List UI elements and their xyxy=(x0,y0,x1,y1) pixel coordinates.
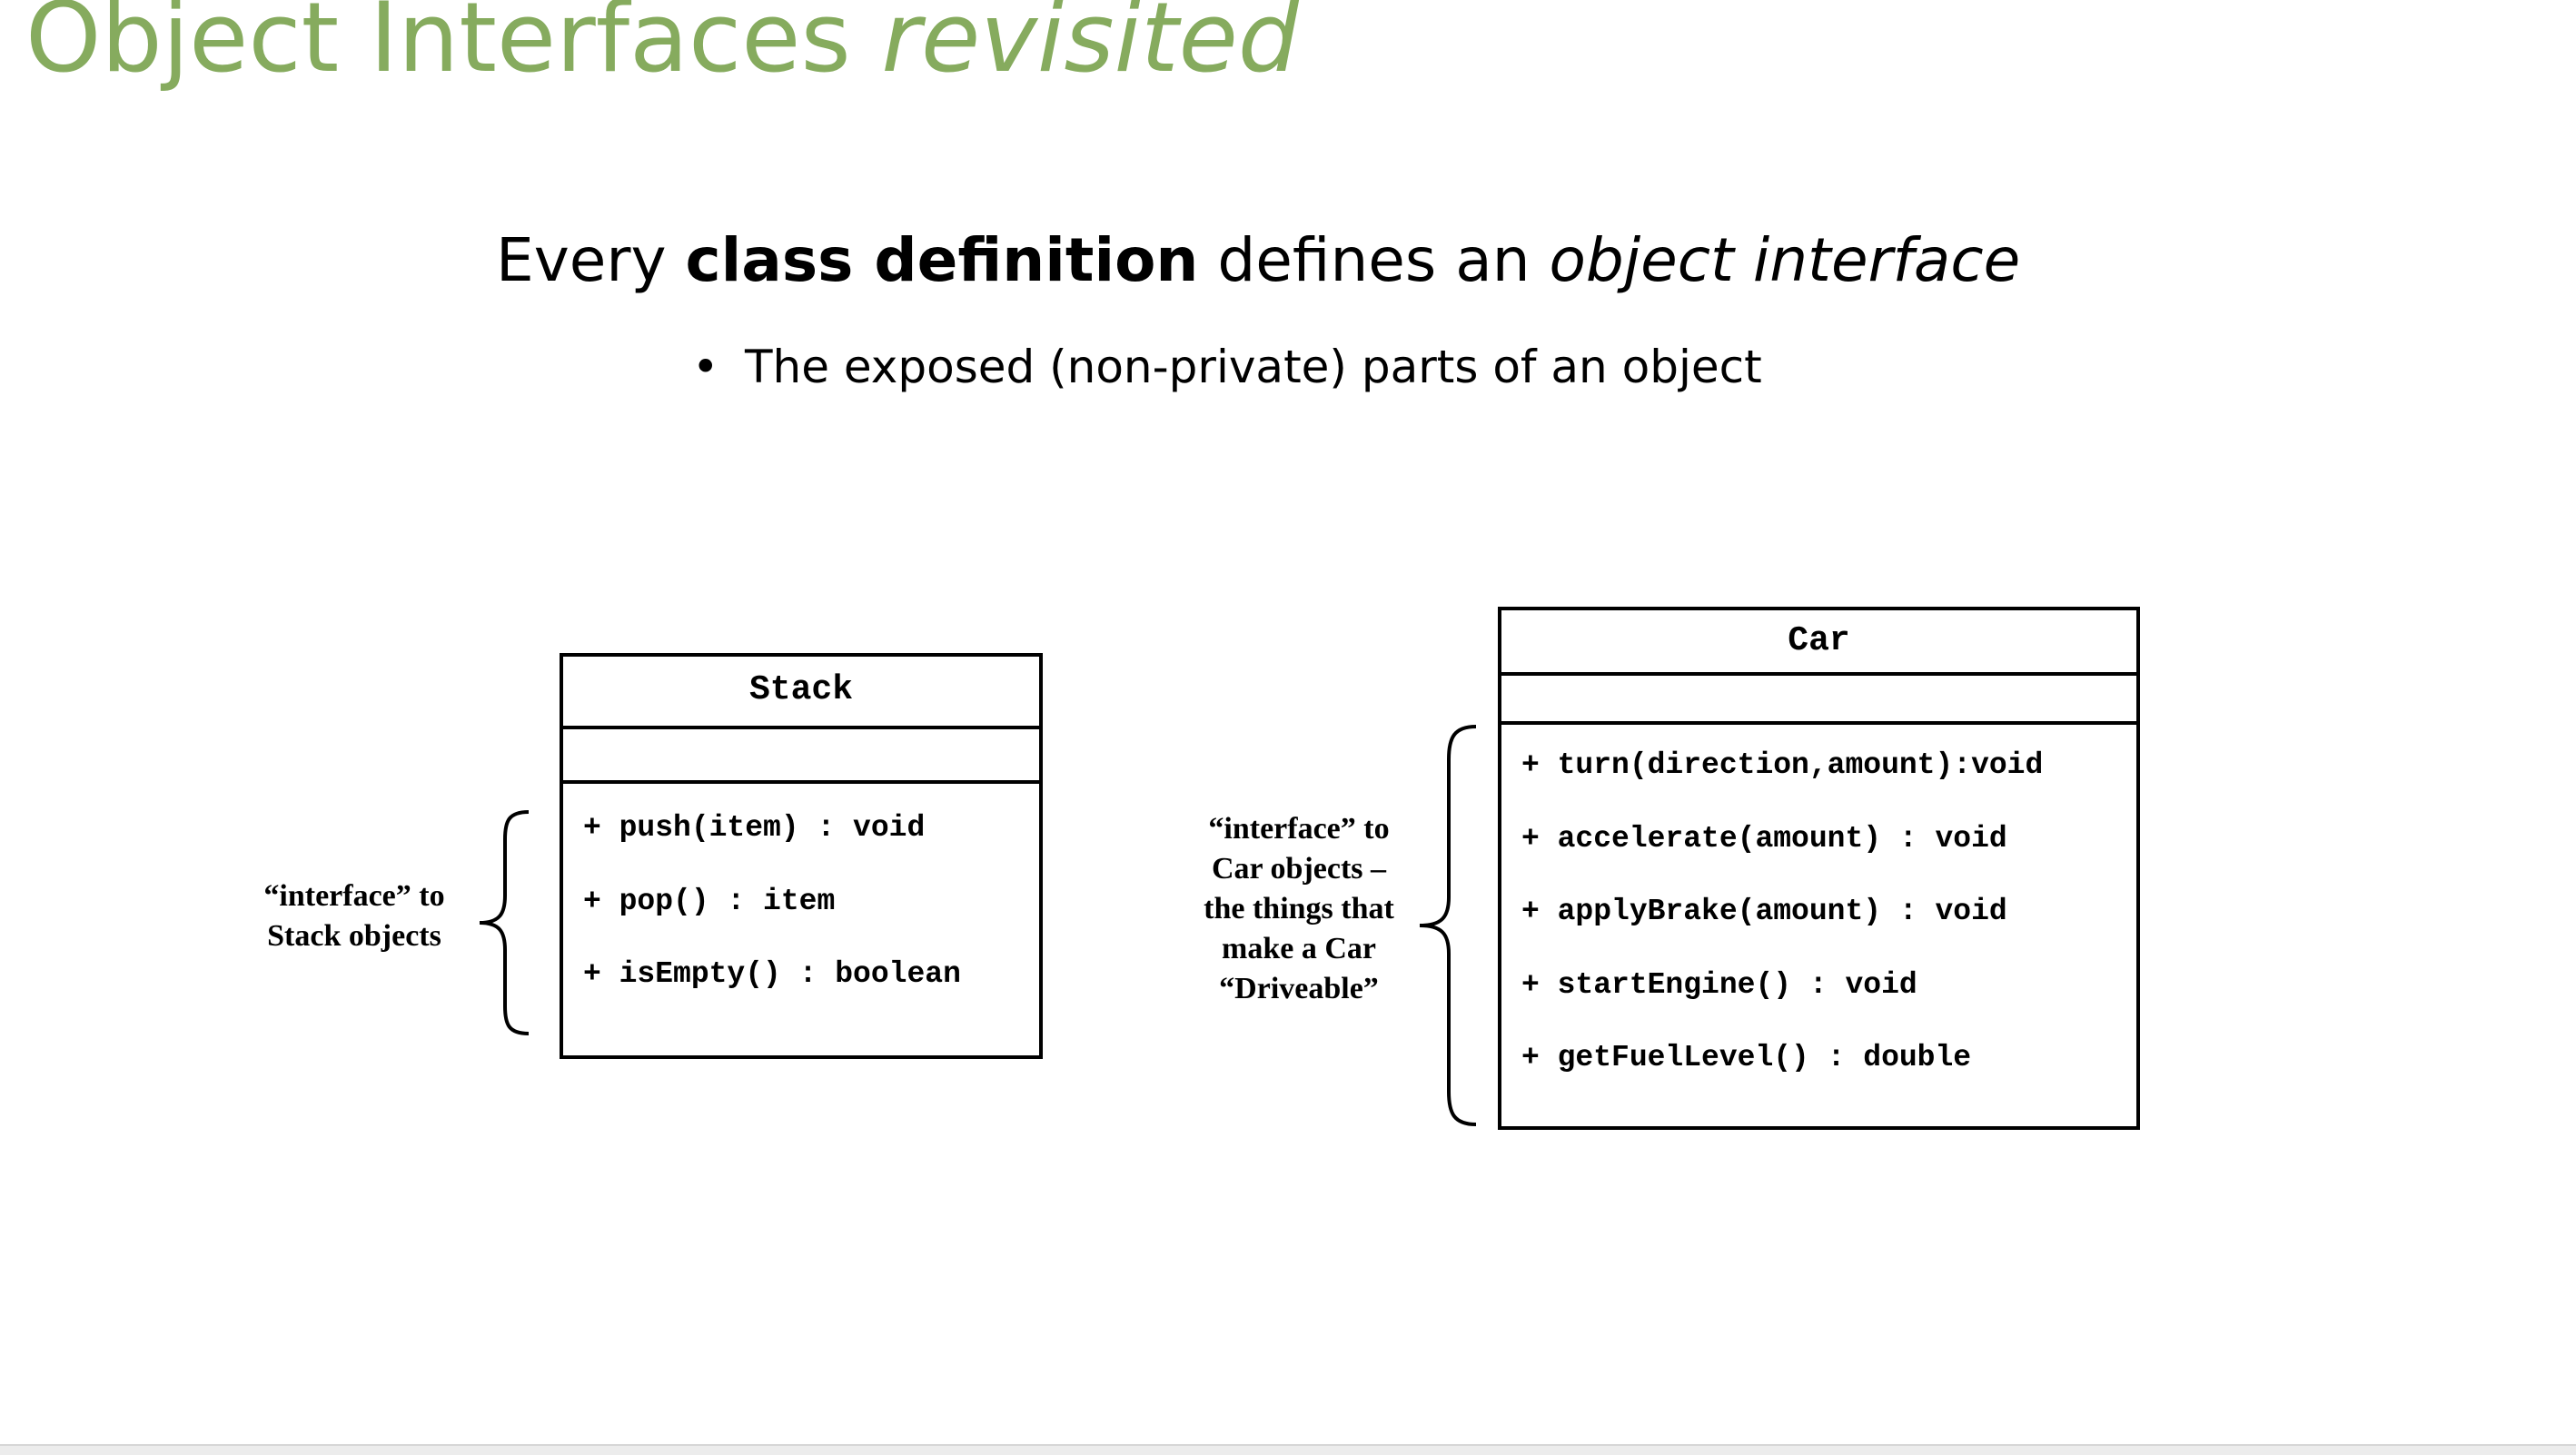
bullet-point: • The exposed (non-private) parts of an o… xyxy=(692,340,1762,394)
slide-title-italic: revisited xyxy=(881,0,1300,94)
car-operation: + turn(direction,amount):void xyxy=(1521,748,2044,782)
note-line: Car objects – xyxy=(1212,852,1386,886)
stack-operation: + isEmpty() : boolean xyxy=(583,957,961,991)
car-attributes-section xyxy=(1501,676,2136,725)
bullet-text: The exposed (non-private) parts of an ob… xyxy=(745,341,1762,393)
heading-bold: class definition xyxy=(685,225,1199,295)
heading-italic: object interface xyxy=(1549,225,2021,295)
heading-part-2: defines an xyxy=(1198,225,1550,295)
bullet-dot: • xyxy=(692,341,719,393)
car-operation: + getFuelLevel() : double xyxy=(1521,1041,1972,1074)
car-operation: + accelerate(amount) : void xyxy=(1521,822,2007,856)
car-brace xyxy=(1419,725,1477,1126)
note-line: “interface” to xyxy=(263,879,445,913)
note-line: Stack objects xyxy=(267,919,441,953)
bottom-status-bar xyxy=(0,1444,2576,1455)
slide-title: Object Interfaces revisited xyxy=(25,0,1299,95)
note-line: “Driveable” xyxy=(1219,972,1379,1005)
car-interface-note: “interface” to Car objects – the things … xyxy=(1181,809,1417,1009)
car-operation: + startEngine() : void xyxy=(1521,968,1917,1002)
stack-brace xyxy=(479,810,530,1035)
car-operations-section: + turn(direction,amount):void + accelera… xyxy=(1501,725,2136,1126)
car-class-box: Car + turn(direction,amount):void + acce… xyxy=(1498,607,2140,1130)
stack-operation: + push(item) : void xyxy=(583,811,926,845)
main-heading: Every class definition defines an object… xyxy=(496,224,2020,296)
note-line: “interface” to xyxy=(1208,812,1390,846)
car-class-name: Car xyxy=(1501,610,2136,676)
stack-operations-section: + push(item) : void + pop() : item + isE… xyxy=(563,784,1039,1055)
stack-class-box: Stack + push(item) : void + pop() : item… xyxy=(560,653,1043,1059)
car-operation: + applyBrake(amount) : void xyxy=(1521,895,2007,928)
stack-operation: + pop() : item xyxy=(583,885,836,918)
stack-class-name: Stack xyxy=(563,657,1039,729)
stack-interface-note: “interface” to Stack objects xyxy=(227,876,481,956)
note-line: the things that xyxy=(1204,892,1394,925)
heading-part-1: Every xyxy=(496,225,686,295)
note-line: make a Car xyxy=(1222,932,1376,965)
stack-attributes-section xyxy=(563,729,1039,784)
slide-title-main: Object Interfaces xyxy=(25,0,882,94)
